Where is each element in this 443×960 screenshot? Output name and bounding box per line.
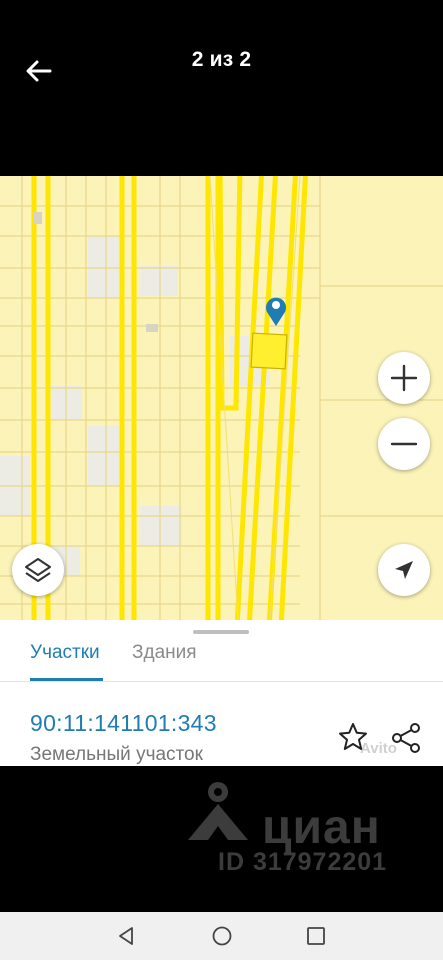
navigation-arrow-icon	[395, 561, 413, 579]
nav-recent-button[interactable]	[304, 924, 328, 948]
tab-plots[interactable]: Участки	[30, 642, 100, 664]
cian-brand-text: циан	[262, 801, 381, 854]
top-bar: 2 из 2	[0, 0, 443, 176]
cadastral-number[interactable]: 90:11:141101:343	[30, 710, 217, 737]
image-counter: 2 из 2	[191, 48, 252, 71]
active-tab-indicator	[30, 678, 103, 681]
layers-button[interactable]	[12, 544, 64, 596]
plus-icon	[390, 364, 418, 392]
nav-home-button[interactable]	[210, 924, 234, 948]
layers-icon	[25, 558, 51, 582]
tab-bar: Участки Здания	[0, 620, 443, 682]
map-canvas	[0, 176, 443, 620]
bottom-sheet: Участки Здания 90:11:141101:343 Земельны…	[0, 620, 443, 766]
system-navigation-bar	[0, 912, 443, 960]
plot-type: Земельный участок	[30, 744, 203, 765]
my-location-button[interactable]	[378, 544, 430, 596]
screen: 2 из 2 Участки Здания 90:11:141101:343 З…	[0, 0, 443, 960]
cadastral-map[interactable]	[0, 176, 443, 620]
zoom-in-button[interactable]	[378, 352, 430, 404]
listing-id: ID 317972201	[218, 848, 388, 876]
nav-back-button[interactable]	[114, 924, 138, 948]
avito-watermark: Avito	[360, 740, 397, 757]
minus-icon	[390, 442, 418, 446]
triangle-back-icon	[119, 927, 133, 945]
zoom-out-button[interactable]	[378, 418, 430, 470]
tab-buildings[interactable]: Здания	[132, 642, 197, 664]
cian-logo-icon	[188, 782, 248, 840]
square-recent-icon	[307, 927, 325, 945]
circle-home-icon	[212, 926, 232, 946]
